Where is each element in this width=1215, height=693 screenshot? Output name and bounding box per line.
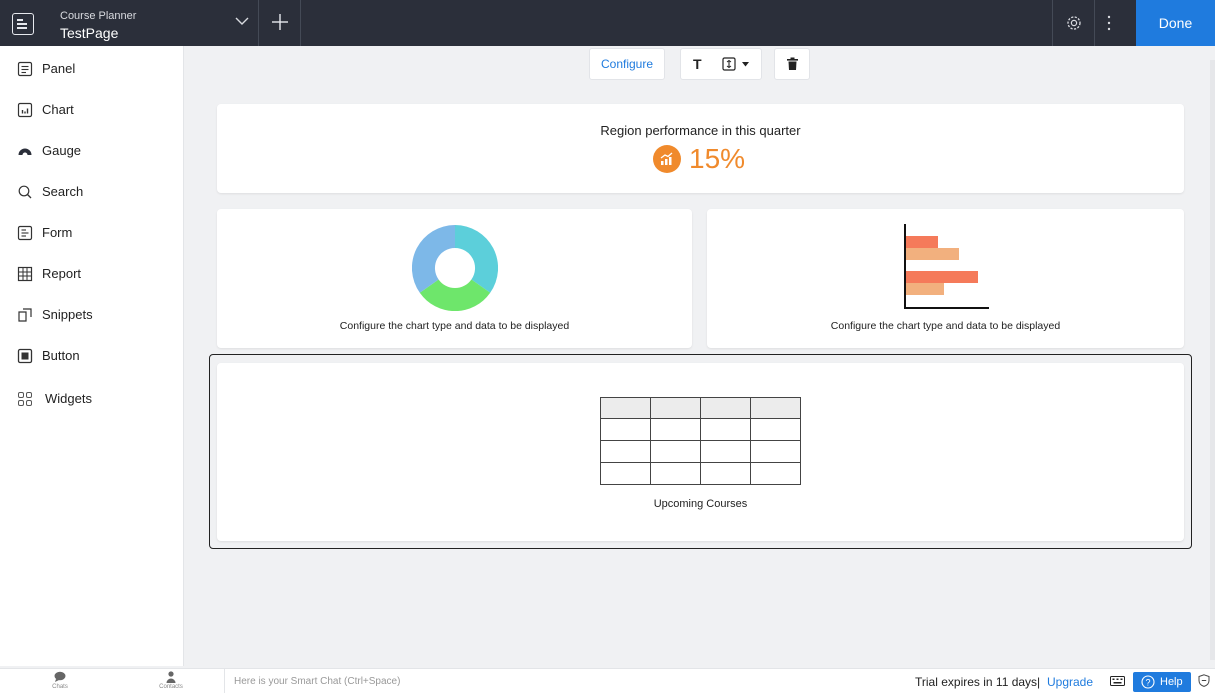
divider bbox=[1052, 0, 1053, 46]
sidebar-item-label: Gauge bbox=[42, 143, 82, 158]
chat-bubble-icon bbox=[54, 671, 66, 682]
sidebar-item-panel[interactable]: Panel bbox=[0, 52, 184, 86]
keyboard-icon[interactable] bbox=[1110, 676, 1125, 686]
sidebar-item-form[interactable]: Form bbox=[0, 216, 184, 250]
contact-person-icon bbox=[166, 671, 176, 683]
question-circle-icon: ? bbox=[1141, 675, 1155, 689]
form-icon bbox=[17, 225, 33, 241]
settings-gear-icon[interactable] bbox=[1065, 14, 1083, 32]
sidebar-item-label: Chart bbox=[42, 102, 74, 117]
sidebar-item-search[interactable]: Search bbox=[0, 175, 184, 209]
chart-card-left[interactable]: Configure the chart type and data to be … bbox=[217, 209, 692, 348]
search-icon bbox=[18, 185, 32, 199]
chart-icon bbox=[17, 102, 33, 118]
separator: | bbox=[1037, 675, 1041, 689]
widgets-icon bbox=[18, 392, 32, 406]
sidebar-item-label: Form bbox=[42, 225, 73, 240]
sidebar-item-gauge[interactable]: Gauge bbox=[0, 134, 184, 168]
donut-chart-placeholder-icon bbox=[412, 225, 498, 311]
snippets-icon bbox=[18, 308, 32, 322]
component-sidebar: Panel Chart Gauge Search Form Report Sni… bbox=[0, 46, 184, 666]
sidebar-item-button[interactable]: Button bbox=[0, 339, 184, 373]
help-label: Help bbox=[1160, 676, 1183, 688]
panel-icon bbox=[17, 61, 33, 77]
divider bbox=[1094, 0, 1095, 46]
app-title: Course Planner bbox=[60, 10, 137, 22]
selection-outline bbox=[209, 354, 1192, 549]
upgrade-link[interactable]: Upgrade bbox=[1047, 675, 1093, 689]
chats-label: Chats bbox=[52, 684, 68, 690]
footer-bar: Chats Contacts Here is your Smart Chat (… bbox=[0, 668, 1215, 693]
kpi-value: 15% bbox=[689, 143, 746, 174]
chart-caption: Configure the chart type and data to be … bbox=[339, 320, 570, 332]
page-name[interactable]: TestPage bbox=[60, 25, 118, 41]
chats-tab[interactable]: Chats bbox=[30, 669, 90, 693]
contacts-label: Contacts bbox=[159, 684, 183, 690]
format-toolbar: T bbox=[680, 48, 762, 80]
sidebar-item-snippets[interactable]: Snippets bbox=[0, 298, 184, 332]
kpi-title: Region performance in this quarter bbox=[600, 123, 801, 138]
chart-caption: Configure the chart type and data to be … bbox=[830, 320, 1061, 332]
bar-chart-placeholder-icon bbox=[904, 224, 989, 309]
contacts-tab[interactable]: Contacts bbox=[141, 669, 201, 693]
caret-down-icon[interactable] bbox=[742, 62, 749, 67]
trending-up-icon bbox=[653, 145, 681, 173]
sidebar-item-label: Snippets bbox=[42, 307, 93, 322]
sidebar-item-widgets[interactable]: Widgets bbox=[0, 382, 184, 416]
kpi-card[interactable]: Region performance in this quarter 15% bbox=[217, 104, 1184, 193]
add-page-icon[interactable] bbox=[270, 12, 290, 32]
text-format-button[interactable]: T bbox=[693, 56, 702, 72]
canvas-scrollbar[interactable] bbox=[1210, 60, 1215, 660]
trial-status: Trial expires in 11 days bbox=[915, 675, 1038, 689]
height-adjust-icon[interactable] bbox=[722, 57, 736, 71]
sidebar-item-chart[interactable]: Chart bbox=[0, 93, 184, 127]
gauge-icon bbox=[18, 148, 32, 155]
top-bar: Course Planner TestPage Done bbox=[0, 0, 1215, 46]
configure-label: Configure bbox=[600, 57, 654, 71]
done-button[interactable]: Done bbox=[1136, 0, 1215, 46]
shield-icon[interactable] bbox=[1198, 674, 1210, 687]
button-icon bbox=[17, 348, 33, 364]
configure-button[interactable]: Configure bbox=[589, 48, 665, 80]
sidebar-item-label: Button bbox=[42, 348, 80, 363]
divider bbox=[300, 0, 301, 46]
sidebar-item-label: Panel bbox=[42, 61, 76, 76]
sidebar-item-report[interactable]: Report bbox=[0, 257, 184, 291]
sidebar-item-label: Report bbox=[42, 266, 82, 281]
delete-button[interactable] bbox=[774, 48, 810, 80]
sidebar-item-label: Search bbox=[42, 184, 84, 199]
report-icon bbox=[17, 266, 33, 282]
trash-icon bbox=[787, 57, 798, 70]
chevron-down-icon[interactable] bbox=[233, 12, 251, 30]
help-button[interactable]: ? Help bbox=[1133, 672, 1191, 692]
chart-card-right[interactable]: Configure the chart type and data to be … bbox=[707, 209, 1184, 348]
divider bbox=[258, 0, 259, 46]
smart-chat-input[interactable]: Here is your Smart Chat (Ctrl+Space) bbox=[224, 669, 524, 693]
sidebar-item-label: Widgets bbox=[45, 391, 92, 406]
svg-text:?: ? bbox=[1145, 678, 1150, 688]
more-options-icon[interactable] bbox=[1106, 13, 1112, 33]
app-icon[interactable] bbox=[12, 13, 34, 35]
